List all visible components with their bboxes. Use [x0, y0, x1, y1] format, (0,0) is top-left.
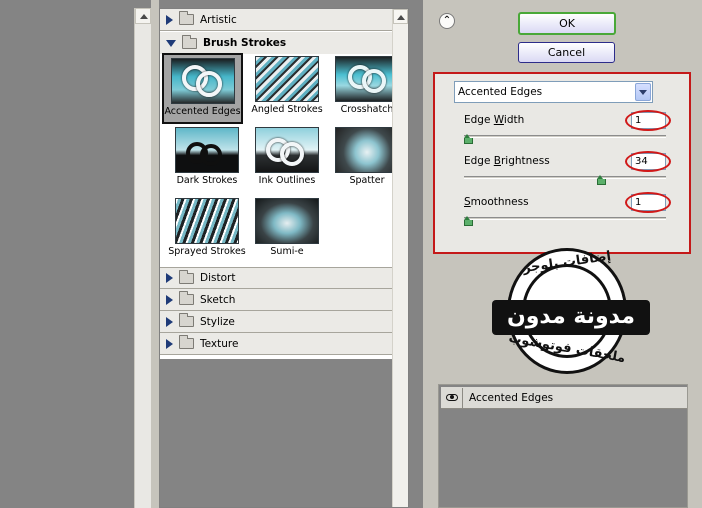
folder-icon — [179, 291, 194, 305]
filter-angled-strokes[interactable]: Angled Strokes — [248, 53, 326, 119]
preview-scrollbar[interactable] — [134, 8, 151, 508]
category-label: Artistic — [200, 13, 237, 26]
filter-thumbnail — [255, 127, 319, 173]
filter-thumbnail — [175, 127, 239, 173]
filter-thumbnail — [255, 198, 319, 244]
stamp-banner: مدونة مدون — [492, 300, 650, 335]
category-stylize[interactable]: Stylize — [160, 311, 394, 333]
edge-brightness-slider[interactable] — [464, 175, 666, 185]
expand-triangle-icon[interactable] — [166, 316, 173, 327]
smoothness-slider[interactable] — [464, 216, 666, 226]
highlight-circle — [625, 192, 671, 213]
expand-triangle-icon[interactable] — [166, 294, 173, 305]
edge-width-label: Edge Width — [464, 114, 525, 126]
gallery-scrollbar[interactable] — [392, 9, 408, 507]
filter-select-value: Accented Edges — [458, 86, 543, 98]
visibility-toggle[interactable] — [441, 387, 463, 408]
expand-triangle-icon[interactable] — [166, 14, 173, 25]
smoothness-label: Smoothness — [464, 196, 529, 208]
filter-sumi-e[interactable]: Sumi-e — [248, 195, 326, 261]
cancel-button[interactable]: Cancel — [518, 42, 615, 63]
effect-layers-panel: Accented Edges — [438, 384, 688, 508]
filter-ink-outlines[interactable]: Ink Outlines — [248, 124, 326, 190]
folder-icon — [179, 313, 194, 327]
filter-thumbnail — [175, 198, 239, 244]
filter-gallery: Artistic Brush Strokes Accented Edges An… — [159, 8, 409, 508]
effect-layer-label: Accented Edges — [469, 391, 554, 404]
filter-label: Sumi-e — [270, 246, 304, 257]
filter-thumbnail — [335, 56, 399, 102]
collapse-triangle-icon[interactable] — [166, 39, 176, 47]
filter-thumbnail — [170, 58, 235, 104]
filter-select[interactable]: Accented Edges — [454, 81, 653, 103]
folder-icon — [179, 269, 194, 284]
category-label: Distort — [200, 272, 236, 284]
effect-layer-row[interactable]: Accented Edges — [441, 387, 687, 409]
filter-thumbnail — [335, 127, 399, 173]
expand-triangle-icon[interactable] — [166, 273, 173, 283]
chevron-up-icon[interactable]: ⌃ — [439, 13, 455, 29]
filter-label: Accented Edges — [164, 106, 241, 117]
category-label: Stylize — [200, 315, 235, 328]
category-sketch[interactable]: Sketch — [160, 289, 394, 311]
preview-canvas — [0, 0, 155, 508]
folder-icon — [179, 11, 194, 25]
filter-label: Sprayed Strokes — [168, 246, 246, 257]
slider-thumb[interactable] — [464, 134, 473, 144]
filter-accented-edges[interactable]: Accented Edges — [162, 53, 243, 124]
edge-brightness-label: Edge Brightness — [464, 155, 550, 167]
slider-thumb[interactable] — [597, 175, 606, 185]
slider-thumb[interactable] — [464, 216, 473, 226]
highlight-circle — [625, 110, 671, 131]
filter-sprayed-strokes[interactable]: Sprayed Strokes — [168, 195, 246, 261]
filter-dark-strokes[interactable]: Dark Strokes — [168, 124, 246, 190]
edge-width-slider[interactable] — [464, 134, 666, 144]
category-artistic[interactable]: Artistic — [160, 9, 394, 31]
category-label: Sketch — [200, 293, 236, 306]
category-brush-strokes[interactable]: Brush Strokes — [160, 32, 394, 54]
filter-label: Dark Strokes — [176, 175, 238, 186]
eye-icon[interactable] — [445, 394, 458, 401]
category-label: Texture — [200, 337, 239, 350]
expand-triangle-icon[interactable] — [166, 338, 173, 349]
filter-settings-panel: Accented Edges Edge Width 1 Edge Brightn… — [433, 72, 691, 254]
filter-thumbnail — [255, 56, 319, 102]
gallery-empty-area — [160, 359, 394, 507]
category-distort[interactable]: Distort — [160, 267, 394, 289]
highlight-circle — [625, 151, 671, 172]
category-label: Brush Strokes — [203, 37, 287, 49]
folder-icon — [179, 335, 194, 349]
scroll-up-arrow-icon[interactable] — [393, 9, 408, 24]
folder-icon — [182, 34, 197, 49]
dropdown-arrow-icon[interactable] — [635, 83, 651, 101]
filter-label: Angled Strokes — [251, 104, 323, 115]
filter-label: Ink Outlines — [258, 175, 316, 186]
scroll-up-arrow-icon[interactable] — [135, 8, 151, 24]
pane-divider — [151, 0, 159, 508]
ok-button[interactable]: OK — [518, 12, 616, 35]
category-texture[interactable]: Texture — [160, 333, 394, 355]
